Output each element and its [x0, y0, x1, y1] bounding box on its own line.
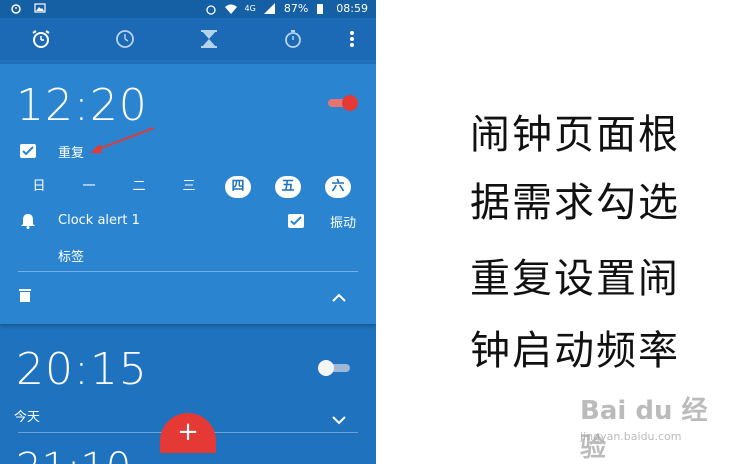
day-mon[interactable]: 一	[76, 176, 102, 198]
caption-line-1: 闹钟页面根	[470, 112, 680, 158]
status-time: 08:59	[336, 2, 368, 15]
baidu-watermark: Bai du 经验 jingyan.baidu.com	[580, 390, 710, 463]
alarm-status-icon-right	[205, 3, 217, 15]
add-alarm-button[interactable]: +	[160, 413, 216, 453]
day-wed[interactable]: 三	[176, 176, 202, 198]
network-label: 4G	[244, 4, 256, 13]
caption-line-4: 钟启动频率	[470, 328, 680, 374]
day-tue[interactable]: 二	[126, 176, 152, 198]
day-sat[interactable]: 六	[325, 176, 351, 198]
alarm-time-2[interactable]: 20:15	[16, 344, 148, 395]
repeat-label[interactable]: 重复	[58, 142, 84, 161]
ringtone-label[interactable]: Clock alert 1	[58, 213, 140, 228]
alarm-icon[interactable]	[30, 28, 52, 50]
day-sun[interactable]: 日	[26, 176, 52, 198]
battery-icon	[316, 3, 328, 15]
tab-bar	[0, 18, 376, 60]
stopwatch-icon[interactable]	[282, 28, 304, 50]
image-status-icon	[34, 2, 46, 14]
watermark-url: jingyan.baidu.com	[580, 430, 682, 443]
signal-icon	[263, 2, 276, 15]
annotation-arrow-icon	[90, 127, 155, 153]
more-vert-icon[interactable]	[346, 28, 358, 50]
caption-line-2: 据需求勾选	[470, 180, 680, 226]
wifi-icon	[224, 3, 237, 15]
vibrate-checkbox[interactable]	[288, 214, 304, 228]
battery-percent: 87%	[283, 2, 309, 15]
alarm-toggle-on[interactable]	[328, 95, 360, 111]
status-bar: 4G 87% 08:59	[0, 0, 376, 18]
vibrate-label[interactable]: 振动	[330, 212, 356, 231]
day-fri[interactable]: 五	[275, 176, 301, 198]
alarm2-day-label: 今天	[14, 410, 41, 425]
chevron-down-icon[interactable]	[332, 410, 346, 429]
alarm-status-icon	[10, 2, 22, 14]
watermark-brand: Bai du 经验	[580, 396, 708, 463]
chevron-up-icon[interactable]	[332, 288, 346, 307]
divider	[18, 271, 358, 272]
alarm-toggle-off[interactable]	[318, 360, 352, 376]
clock-icon[interactable]	[114, 28, 136, 50]
phone-screen: 4G 87% 08:59 12:20 重复 日 一 二 三 四 五 六 Cloc…	[0, 0, 376, 464]
alarm-time-3-partial: 21:10	[16, 448, 131, 464]
bell-icon	[20, 213, 36, 233]
repeat-checkbox[interactable]	[20, 144, 36, 158]
caption-line-3: 重复设置闹	[470, 256, 680, 302]
alarm-card-expanded[interactable]: 12:20 重复 日 一 二 三 四 五 六 Clock alert 1 振动 …	[0, 64, 376, 324]
tag-label[interactable]: 标签	[58, 246, 84, 265]
timer-icon[interactable]	[198, 28, 220, 50]
plus-icon: +	[177, 417, 199, 447]
alarm-time[interactable]: 12:20	[16, 80, 148, 131]
day-thu[interactable]: 四	[225, 176, 251, 198]
trash-icon[interactable]	[18, 287, 32, 306]
